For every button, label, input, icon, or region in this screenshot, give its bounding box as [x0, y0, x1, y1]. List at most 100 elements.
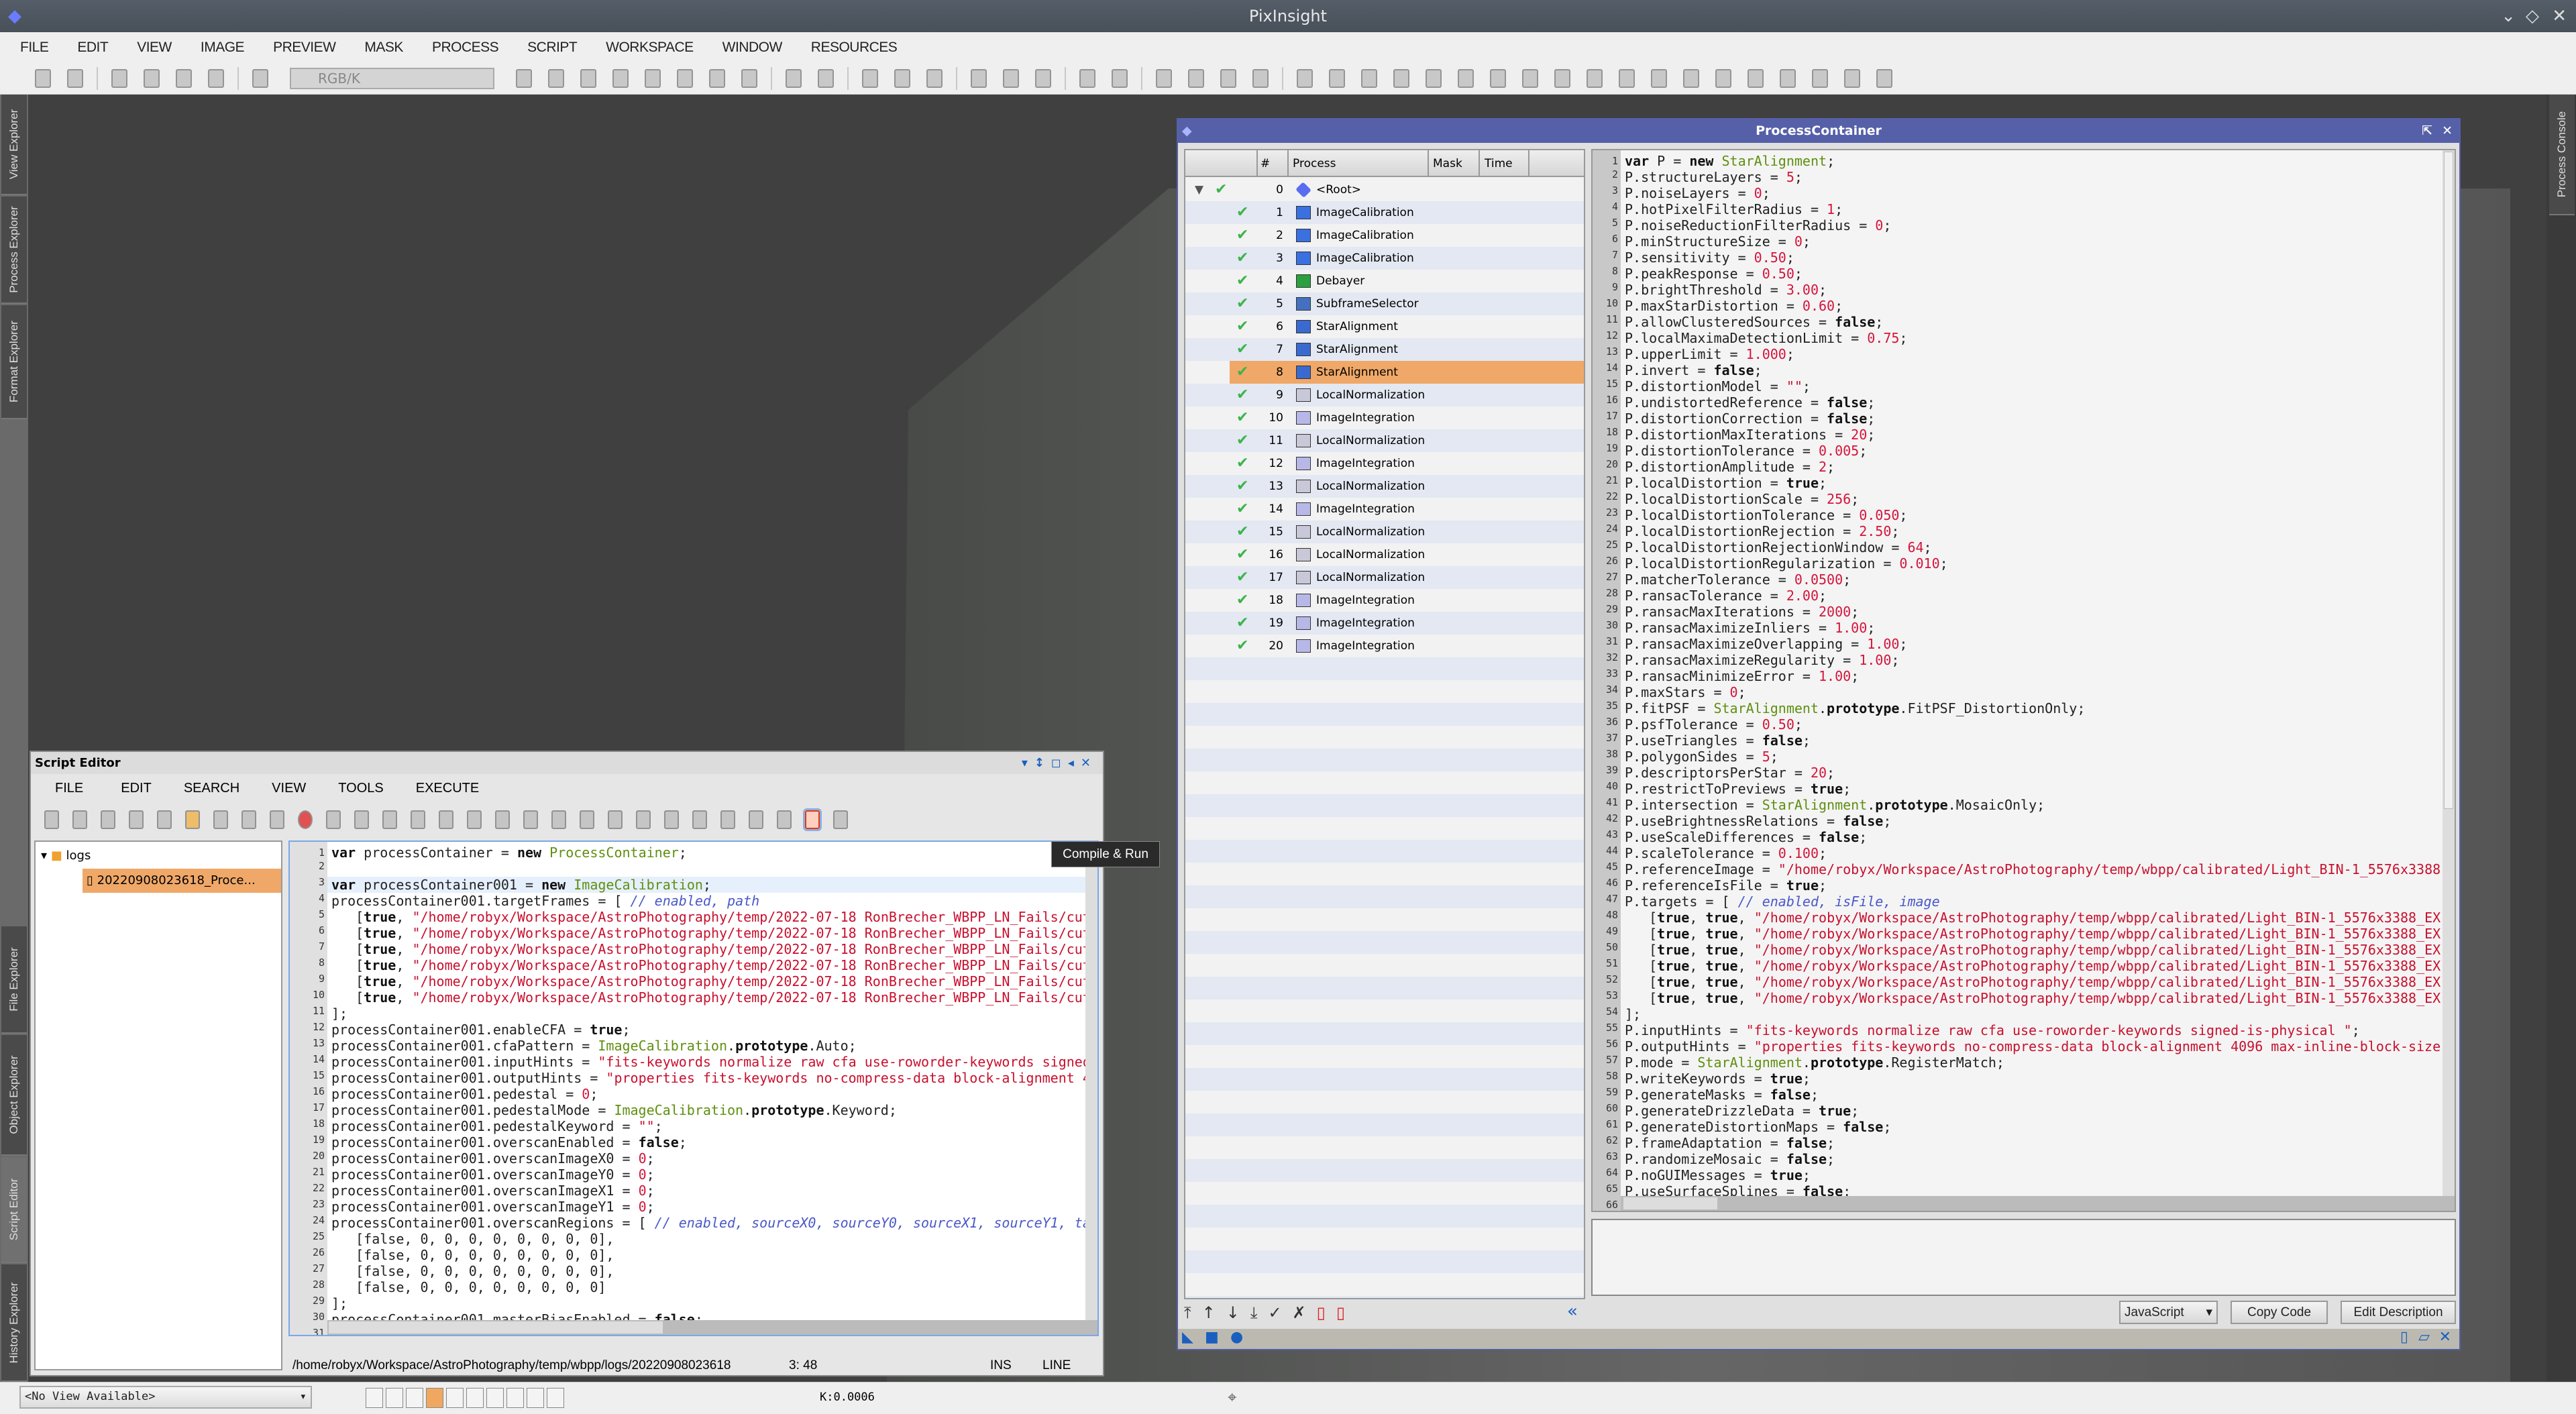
horizontal-scrollbar[interactable]: [327, 1320, 1097, 1335]
paste-icon[interactable]: [551, 810, 566, 829]
process-row[interactable]: ✔ 11 LocalNormalization: [1185, 429, 1584, 452]
edit-description-button[interactable]: Edit Description: [2341, 1301, 2456, 1324]
process-row[interactable]: ✔ 18 ImageIntegration: [1185, 589, 1584, 612]
tab-process-explorer[interactable]: Process Explorer: [1, 197, 27, 304]
col-time[interactable]: Time: [1485, 150, 1513, 177]
enabled-check-icon[interactable]: ✔: [1236, 521, 1248, 543]
channel-box[interactable]: [486, 1388, 504, 1408]
format-icon[interactable]: [467, 810, 482, 829]
expand-icon[interactable]: ▼: [1195, 178, 1203, 201]
tree-folder-logs[interactable]: ▾ ■ logs: [41, 849, 91, 863]
process-row[interactable]: ✔ 1 ImageCalibration: [1185, 201, 1584, 224]
view-selector[interactable]: <No View Available> ▾: [19, 1386, 312, 1409]
preview-new-icon[interactable]: [971, 68, 987, 88]
channel-box[interactable]: [547, 1388, 564, 1408]
stf-link-icon[interactable]: [1220, 68, 1236, 88]
process-row[interactable]: ✔ 13 LocalNormalization: [1185, 475, 1584, 498]
menu-file[interactable]: FILE: [20, 40, 49, 56]
script-code-editor[interactable]: 1 2 3 4 5 6 7 8 9 10 11 12 13 14 15 16 17 18 19 20 21 22 23 24 2…: [288, 840, 1099, 1336]
process-row[interactable]: ✔ 2 ImageCalibration: [1185, 224, 1584, 247]
menu-process[interactable]: PROCESS: [432, 40, 499, 56]
apply-icon[interactable]: ■: [1205, 1329, 1219, 1346]
window-controls-icon[interactable]: ▾↕◻◂✕: [1022, 752, 1097, 774]
enabled-check-icon[interactable]: ✔: [1236, 338, 1248, 361]
redo-icon[interactable]: [411, 810, 425, 829]
fit-icon[interactable]: [548, 68, 564, 88]
copy-code-button[interactable]: Copy Code: [2231, 1301, 2328, 1324]
undo-icon[interactable]: [35, 68, 51, 88]
pan-icon[interactable]: [516, 68, 532, 88]
new-instance-icon[interactable]: ◣: [1182, 1329, 1193, 1346]
process-row[interactable]: ✔ 6 StarAlignment: [1185, 315, 1584, 338]
menu-view[interactable]: VIEW: [137, 40, 172, 56]
clear-all-icon[interactable]: ▯: [1336, 1303, 1345, 1323]
zoom-in-icon[interactable]: [786, 68, 802, 88]
zoom-1-1-icon[interactable]: [862, 68, 878, 88]
enabled-check-icon[interactable]: ✔: [1236, 543, 1248, 566]
undo-icon[interactable]: [382, 810, 397, 829]
enabled-check-icon[interactable]: ✔: [1236, 224, 1248, 247]
reload-icon[interactable]: [270, 810, 284, 829]
process-row[interactable]: ✔ 10 ImageIntegration: [1185, 406, 1584, 429]
horizontal-scrollbar[interactable]: [1621, 1196, 2455, 1211]
delete-icon[interactable]: [580, 810, 594, 829]
goto-line-icon[interactable]: [664, 810, 679, 829]
description-box[interactable]: [1591, 1219, 2456, 1296]
settings-2-icon[interactable]: [1876, 68, 1892, 88]
explorer-b-icon[interactable]: [1651, 68, 1667, 88]
export-pdf-icon[interactable]: [354, 810, 369, 829]
indent-icon[interactable]: [777, 810, 792, 829]
se-menu-execute[interactable]: EXECUTE: [416, 781, 479, 796]
enabled-check-icon[interactable]: ✔: [1236, 452, 1248, 475]
readout-icon[interactable]: [677, 68, 693, 88]
new-h-icon[interactable]: [129, 810, 144, 829]
process-row[interactable]: ✔ 15 LocalNormalization: [1185, 521, 1584, 543]
preview-edit-icon[interactable]: [1003, 68, 1019, 88]
channel-box[interactable]: [406, 1388, 423, 1408]
levels-icon[interactable]: [1361, 68, 1377, 88]
new-image-icon[interactable]: [111, 68, 127, 88]
close-icon[interactable]: ✕: [2552, 0, 2567, 32]
copy-icon[interactable]: [523, 810, 538, 829]
process-row[interactable]: ✔ 4 Debayer: [1185, 270, 1584, 292]
apply-global-icon[interactable]: ●: [1230, 1329, 1243, 1346]
clear-icon[interactable]: ▯: [1317, 1303, 1326, 1323]
cut-icon[interactable]: [495, 810, 510, 829]
process-row[interactable]: ✔ 9 LocalNormalization: [1185, 384, 1584, 406]
stf-reset-icon[interactable]: [1188, 68, 1204, 88]
maximize-icon[interactable]: ◇: [2526, 0, 2539, 32]
stf-auto-icon[interactable]: [1156, 68, 1172, 88]
enabled-check-icon[interactable]: ✔: [1236, 612, 1248, 635]
histogram-icon[interactable]: [1297, 68, 1313, 88]
print-icon[interactable]: [326, 810, 341, 829]
reset-icon[interactable]: ▱: [2418, 1329, 2430, 1346]
menu-preview[interactable]: PREVIEW: [273, 40, 336, 56]
merge-icon[interactable]: [208, 68, 224, 88]
next-bookmark-icon[interactable]: [720, 810, 735, 829]
process-code-view[interactable]: 1 2 3 4 5 6 7 8 9 10 11 12 13 14 15 16 17 18 19 20 21 22 23 24 2…: [1591, 149, 2456, 1212]
menu-script[interactable]: SCRIPT: [527, 40, 578, 56]
process-row[interactable]: ✔ 12 ImageIntegration: [1185, 452, 1584, 475]
replace-icon[interactable]: [636, 810, 651, 829]
new-c-icon[interactable]: [101, 810, 115, 829]
enabled-check-icon[interactable]: ✔: [1236, 406, 1248, 429]
process-container-titlebar[interactable]: ◆ ProcessContainer ⇱ ✕: [1178, 119, 2459, 143]
tab-process-console[interactable]: Process Console: [2549, 95, 2575, 215]
col-mask[interactable]: Mask: [1433, 150, 1462, 177]
icon-arrange-icon[interactable]: [1490, 68, 1506, 88]
menu-resources[interactable]: RESOURCES: [811, 40, 898, 56]
enabled-check-icon[interactable]: ✔: [1236, 270, 1248, 292]
enabled-check-icon[interactable]: ✔: [1236, 635, 1248, 657]
new-js-icon[interactable]: [44, 810, 59, 829]
channel-box[interactable]: [506, 1388, 524, 1408]
tab-object-explorer[interactable]: Object Explorer: [1, 1035, 27, 1156]
preferences-icon[interactable]: ✕: [2439, 1329, 2451, 1346]
mask-show-icon[interactable]: [1079, 68, 1095, 88]
enabled-check-icon[interactable]: ✔: [1236, 589, 1248, 612]
tab-file-explorer[interactable]: File Explorer: [1, 926, 27, 1034]
window-cascade-icon[interactable]: [1426, 68, 1442, 88]
enabled-check-icon[interactable]: ✔: [1236, 292, 1248, 315]
zoom-center-icon[interactable]: [612, 68, 629, 88]
color-mode-select[interactable]: RGB/K: [290, 67, 494, 89]
save-as-icon[interactable]: [241, 810, 256, 829]
